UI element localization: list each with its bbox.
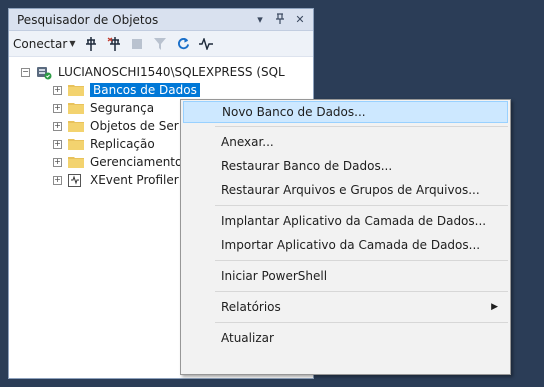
connect-button[interactable]: Conectar ▼ bbox=[13, 37, 75, 51]
menu-item-attach[interactable]: Anexar... bbox=[181, 130, 510, 154]
expand-icon[interactable]: + bbox=[53, 85, 62, 95]
activity-monitor-icon[interactable] bbox=[199, 37, 214, 51]
menu-item-powershell[interactable]: Iniciar PowerShell bbox=[181, 264, 510, 288]
tree-label: Replicação bbox=[90, 137, 155, 151]
disconnect-icon[interactable] bbox=[107, 36, 121, 51]
connect-label: Conectar bbox=[13, 36, 68, 51]
menu-item-restore-database[interactable]: Restaurar Banco de Dados... bbox=[181, 154, 510, 178]
panel-title: Pesquisador de Objetos bbox=[17, 12, 159, 27]
stop-icon bbox=[130, 37, 144, 51]
menu-separator bbox=[215, 205, 508, 206]
close-icon[interactable]: ✕ bbox=[293, 13, 307, 26]
reports-label: Relatórios bbox=[221, 300, 281, 314]
folder-icon bbox=[68, 156, 84, 168]
menu-separator bbox=[215, 260, 508, 261]
xevent-profiler-icon bbox=[68, 174, 84, 187]
menu-separator bbox=[215, 322, 508, 323]
filter-icon bbox=[153, 37, 167, 51]
expand-icon[interactable]: + bbox=[53, 121, 62, 131]
server-label: LUCIANOSCHI1540\SQLEXPRESS (SQL bbox=[58, 65, 285, 79]
server-icon bbox=[36, 66, 52, 80]
tree-label: XEvent Profiler bbox=[90, 173, 179, 187]
panel-dropdown-icon[interactable]: ▾ bbox=[253, 13, 267, 26]
tree-label: Gerenciamento bbox=[90, 155, 183, 169]
tree-label: Objetos de Ser bbox=[90, 119, 179, 133]
expand-icon[interactable]: + bbox=[53, 175, 62, 185]
menu-item-new-database[interactable]: Novo Banco de Dados... bbox=[183, 101, 508, 123]
context-menu: Novo Banco de Dados... Anexar... Restaur… bbox=[180, 99, 511, 375]
panel-title-bar: Pesquisador de Objetos ▾ ✕ bbox=[9, 9, 313, 31]
connect-plug-icon[interactable] bbox=[84, 36, 98, 51]
folder-icon bbox=[68, 102, 84, 114]
menu-item-deploy-dac[interactable]: Implantar Aplicativo da Camada de Dados.… bbox=[181, 209, 510, 233]
menu-item-refresh[interactable]: Atualizar bbox=[181, 326, 510, 350]
expand-icon[interactable]: + bbox=[53, 157, 62, 167]
menu-separator bbox=[215, 126, 508, 127]
refresh-icon[interactable] bbox=[176, 37, 190, 51]
folder-icon bbox=[68, 138, 84, 150]
chevron-down-icon: ▼ bbox=[69, 39, 76, 48]
tree-server-node[interactable]: − LUCIANOSCHI1540\SQLEXPRESS (SQL bbox=[9, 63, 313, 81]
menu-item-import-dac[interactable]: Importar Aplicativo da Camada de Dados..… bbox=[181, 233, 510, 257]
tree-label: Segurança bbox=[90, 101, 155, 115]
menu-item-reports[interactable]: Relatórios ▶ bbox=[181, 295, 510, 319]
folder-icon bbox=[68, 84, 84, 96]
menu-separator bbox=[215, 291, 508, 292]
expand-icon[interactable]: + bbox=[53, 139, 62, 149]
submenu-arrow-icon: ▶ bbox=[491, 302, 498, 312]
expand-icon[interactable]: + bbox=[53, 103, 62, 113]
collapse-icon[interactable]: − bbox=[21, 67, 30, 77]
folder-icon bbox=[68, 120, 84, 132]
pin-icon[interactable] bbox=[273, 12, 287, 27]
tree-label: Bancos de Dados bbox=[90, 83, 200, 97]
explorer-toolbar: Conectar ▼ bbox=[9, 31, 313, 57]
tree-item-databases[interactable]: + Bancos de Dados bbox=[9, 81, 313, 99]
menu-item-restore-files[interactable]: Restaurar Arquivos e Grupos de Arquivos.… bbox=[181, 178, 510, 202]
